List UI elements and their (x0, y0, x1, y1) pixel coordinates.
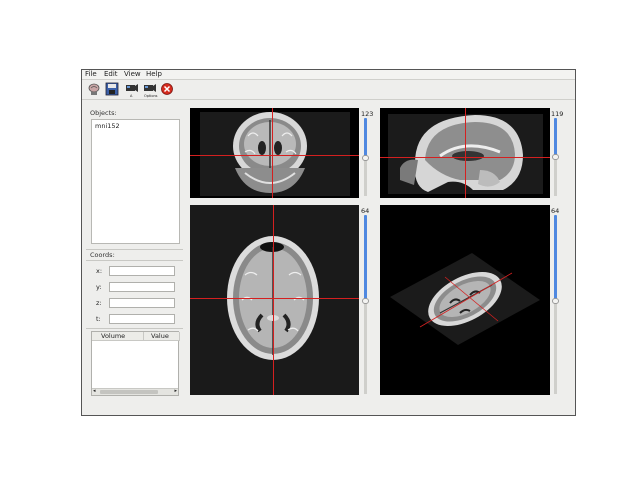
axial-view[interactable] (190, 205, 359, 395)
menu-file[interactable]: File (85, 70, 97, 79)
crosshair-vertical (273, 205, 274, 395)
list-item[interactable]: mni152 (95, 122, 120, 130)
divider (86, 249, 183, 250)
coronal-view[interactable] (190, 108, 359, 198)
coord-z-label: z: (96, 299, 102, 307)
coord-x-field[interactable] (109, 266, 175, 276)
coronal-brain-image (200, 112, 350, 196)
crosshair-vertical (272, 108, 273, 198)
crosshair-horizontal (190, 298, 359, 299)
open-brain-icon[interactable] (87, 82, 101, 96)
coord-x-label: x: (96, 267, 103, 275)
divider (86, 328, 183, 329)
sagittal-slider-rest[interactable] (554, 156, 557, 196)
oblique-slice-value: 64 (551, 207, 560, 215)
toolbar-small-label-a: A (130, 94, 133, 98)
menu-edit[interactable]: Edit (104, 70, 118, 79)
crosshair-horizontal (190, 155, 359, 156)
axial-slice-value: 64 (361, 207, 370, 215)
table-scrollbar[interactable]: ◂ ▸ (92, 388, 178, 395)
column-header-value[interactable]: Value (144, 332, 180, 341)
menubar: File Edit View Help (82, 70, 575, 80)
sagittal-view[interactable] (380, 108, 550, 198)
objects-list[interactable]: mni152 (91, 119, 180, 244)
objects-label: Objects: (90, 109, 117, 117)
sagittal-slice-slider[interactable] (554, 118, 557, 156)
coords-label: Coords: (90, 251, 115, 259)
oblique-brain-image (380, 205, 550, 395)
oblique-slider-rest[interactable] (554, 301, 557, 394)
coord-t-label: t: (96, 315, 101, 323)
coord-z-field[interactable] (109, 298, 175, 308)
axial-slice-slider[interactable] (364, 215, 367, 301)
sagittal-slider-handle[interactable] (552, 154, 559, 160)
oblique-slice-slider[interactable] (554, 215, 557, 301)
oblique-view[interactable] (380, 205, 550, 395)
close-stop-icon[interactable] (160, 82, 174, 96)
axial-slider-rest[interactable] (364, 301, 367, 394)
save-icon[interactable] (105, 82, 119, 96)
menu-view[interactable]: View (124, 70, 141, 79)
values-table[interactable]: Volume Value ◂ ▸ (91, 331, 180, 396)
axial-brain-image (190, 205, 359, 395)
app-window: File Edit View Help A Options Objects: m… (81, 69, 576, 416)
coronal-slider-rest[interactable] (364, 158, 367, 196)
divider (86, 260, 183, 261)
coronal-slider-handle[interactable] (362, 155, 369, 161)
toolbar: A Options (82, 80, 575, 100)
sagittal-slice-value: 119 (551, 110, 564, 118)
left-panel: Objects: mni152 Coords: x: y: z: t: Volu… (86, 103, 183, 413)
axial-slider-handle[interactable] (362, 298, 369, 304)
menu-help[interactable]: Help (146, 70, 162, 79)
coord-t-field[interactable] (109, 314, 175, 324)
toolbar-small-label-options: Options (144, 94, 158, 98)
oblique-slider-handle[interactable] (552, 298, 559, 304)
coronal-slice-slider[interactable] (364, 118, 367, 158)
coord-y-label: y: (96, 283, 102, 291)
coord-y-field[interactable] (109, 282, 175, 292)
column-header-volume[interactable]: Volume (92, 332, 144, 341)
crosshair-vertical (465, 108, 466, 198)
coronal-slice-value: 123 (361, 110, 374, 118)
